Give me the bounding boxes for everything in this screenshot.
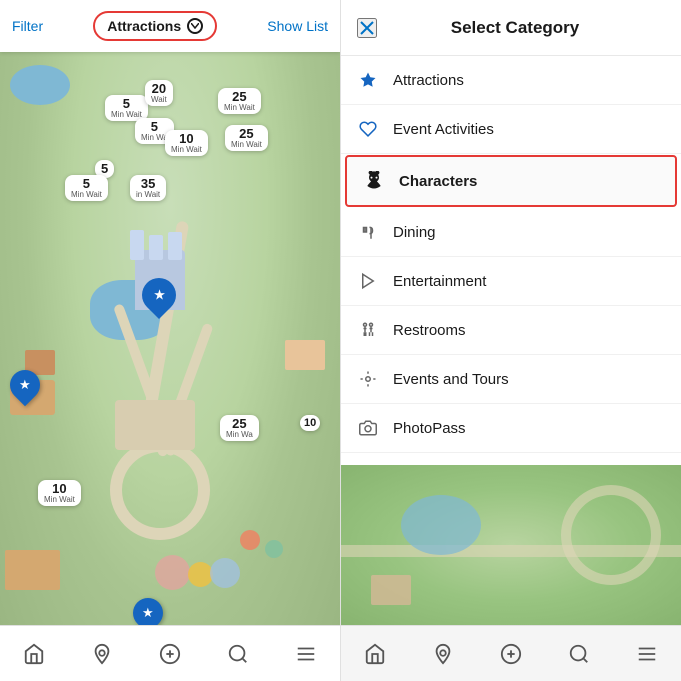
- category-item-guest-services[interactable]: Guest Services: [341, 453, 681, 465]
- right-nav-location[interactable]: [420, 639, 466, 669]
- category-item-characters[interactable]: Characters: [345, 155, 677, 207]
- water-1: [10, 65, 70, 105]
- nav-add[interactable]: [147, 639, 193, 669]
- category-item-restrooms[interactable]: Restrooms: [341, 306, 681, 355]
- restrooms-icon: [357, 319, 379, 341]
- photopass-icon: [357, 417, 379, 439]
- panel-title: Select Category: [389, 18, 665, 38]
- wait-bubble-3: 25 Min Wait: [218, 88, 261, 114]
- left-bottom-nav: [0, 625, 340, 681]
- close-button[interactable]: [357, 18, 377, 38]
- right-nav-add[interactable]: [488, 639, 534, 669]
- park-area-1: [155, 555, 190, 590]
- entertainment-icon: [357, 270, 379, 292]
- nav-location[interactable]: [79, 639, 125, 669]
- events-tours-label: Events and Tours: [393, 371, 509, 388]
- nav-search[interactable]: [215, 639, 261, 669]
- characters-label: Characters: [399, 173, 477, 190]
- attractions-label: Attractions: [393, 72, 464, 89]
- wait-bubble-11: 10 Min Wait: [38, 480, 81, 506]
- dining-label: Dining: [393, 224, 436, 241]
- building-4: [285, 340, 325, 370]
- wait-bubble-5: 10 Min Wait: [165, 130, 208, 156]
- events-tours-icon: [357, 368, 379, 390]
- wait-bubble-10: 25 Min Wa: [220, 415, 259, 441]
- right-bottom-map: [341, 465, 681, 625]
- map-top-bar: Filter Attractions Show List: [0, 0, 340, 52]
- nav-menu[interactable]: [283, 639, 329, 669]
- show-list-button[interactable]: Show List: [267, 18, 328, 34]
- filter-button[interactable]: Filter: [12, 18, 43, 34]
- castle-tower-2: [149, 235, 163, 260]
- decoration-1: [240, 530, 260, 550]
- category-item-events-tours[interactable]: Events and Tours: [341, 355, 681, 404]
- wait-bubble-2: 20 Wait: [145, 80, 173, 106]
- wait-bubble-6: 25 Min Wait: [225, 125, 268, 151]
- category-dropdown[interactable]: Attractions: [93, 11, 217, 41]
- map-preview-background: [341, 465, 681, 625]
- right-panel: Select Category Attractions Event Activi…: [340, 0, 681, 681]
- category-list: Attractions Event Activities: [341, 56, 681, 465]
- right-nav-home[interactable]: [352, 639, 398, 669]
- preview-circle-1: [561, 485, 661, 585]
- category-dropdown-label: Attractions: [107, 18, 181, 34]
- category-item-entertainment[interactable]: Entertainment: [341, 257, 681, 306]
- building-3: [5, 550, 60, 590]
- nav-home[interactable]: [11, 639, 57, 669]
- event-activities-label: Event Activities: [393, 121, 494, 138]
- category-item-attractions[interactable]: Attractions: [341, 56, 681, 105]
- road-circle: [110, 440, 210, 540]
- main-location-pin[interactable]: ★: [142, 278, 176, 312]
- map-background: 5 Min Wait 20 Wait 25 Min Wait 5 Min Wa …: [0, 0, 340, 681]
- preview-building-1: [371, 575, 411, 605]
- chevron-down-icon: [187, 18, 203, 34]
- park-area-3: [210, 558, 240, 588]
- right-bottom-nav: [341, 625, 681, 681]
- wait-bubble-12: 10: [300, 415, 320, 431]
- category-item-event-activities[interactable]: Event Activities: [341, 105, 681, 154]
- event-activities-icon: [357, 118, 379, 140]
- attractions-icon: [357, 69, 379, 91]
- left-map-panel: 5 Min Wait 20 Wait 25 Min Wait 5 Min Wa …: [0, 0, 340, 681]
- right-nav-menu[interactable]: [624, 639, 670, 669]
- castle-tower-3: [168, 232, 182, 260]
- right-nav-search[interactable]: [556, 639, 602, 669]
- category-item-photopass[interactable]: PhotoPass: [341, 404, 681, 453]
- category-item-dining[interactable]: Dining: [341, 208, 681, 257]
- wait-bubble-9: 35 in Wait: [130, 175, 166, 201]
- decoration-2: [265, 540, 283, 558]
- castle-tower-1: [130, 230, 144, 260]
- wait-bubble-8: 5 Min Wait: [65, 175, 108, 201]
- characters-icon: [363, 170, 385, 192]
- right-panel-header: Select Category: [341, 0, 681, 56]
- photopass-label: PhotoPass: [393, 420, 466, 437]
- restrooms-label: Restrooms: [393, 322, 466, 339]
- entertainment-label: Entertainment: [393, 273, 486, 290]
- main-plaza: [115, 400, 195, 450]
- preview-water: [401, 495, 481, 555]
- dining-icon: [357, 221, 379, 243]
